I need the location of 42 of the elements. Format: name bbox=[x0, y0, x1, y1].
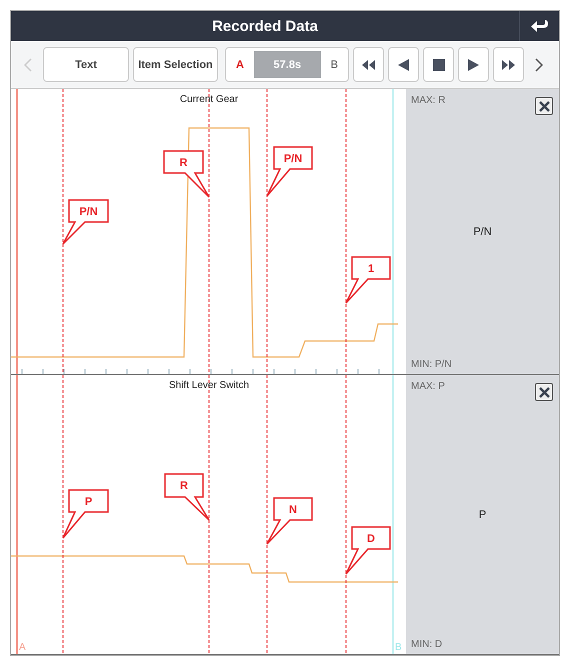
rewind-icon bbox=[361, 58, 376, 70]
cursor-a-label: A bbox=[19, 642, 26, 653]
item-selection-button[interactable]: Item Selection bbox=[133, 47, 218, 82]
play-reverse-icon bbox=[396, 58, 411, 70]
play-icon bbox=[466, 58, 481, 70]
callout: R bbox=[163, 150, 210, 198]
callout: N bbox=[266, 497, 313, 545]
text-button[interactable]: Text bbox=[43, 47, 129, 82]
current-value: P bbox=[478, 508, 486, 520]
callout: P/N bbox=[266, 146, 313, 197]
chevron-left-icon bbox=[24, 58, 32, 72]
min-label: MIN: D bbox=[411, 639, 442, 650]
fast-forward-button[interactable] bbox=[493, 47, 524, 82]
cursor-a-label: A bbox=[236, 58, 244, 70]
cursor-range-control[interactable]: A 57.8s B bbox=[225, 47, 349, 82]
cursor-b-label: B bbox=[330, 58, 338, 70]
chevron-right-icon bbox=[535, 58, 543, 72]
stop-icon bbox=[431, 58, 446, 70]
close-icon bbox=[538, 100, 550, 112]
close-button[interactable] bbox=[535, 97, 553, 115]
fast-forward-icon bbox=[501, 58, 516, 70]
return-arrow-icon bbox=[530, 19, 548, 33]
rewind-button[interactable] bbox=[353, 47, 384, 82]
graph-title: Current Gear bbox=[180, 94, 238, 105]
time-display: 57.8s bbox=[254, 51, 321, 78]
max-label: MAX: P bbox=[411, 381, 445, 392]
min-label: MIN: P/N bbox=[411, 359, 452, 370]
callout: D bbox=[345, 526, 391, 575]
graph-title: Shift Lever Switch bbox=[168, 380, 250, 391]
callout: P/N bbox=[62, 199, 109, 245]
current-value: P/N bbox=[473, 226, 492, 238]
close-icon bbox=[538, 386, 550, 398]
callout: 1 bbox=[345, 256, 391, 304]
callout: R bbox=[164, 473, 210, 521]
stop-button[interactable] bbox=[423, 47, 454, 82]
close-button[interactable] bbox=[535, 383, 553, 401]
cursor-b-label: B bbox=[395, 642, 402, 653]
max-label: MAX: R bbox=[411, 95, 446, 106]
play-button[interactable] bbox=[458, 47, 489, 82]
play-reverse-button[interactable] bbox=[388, 47, 419, 82]
window-title: Recorded Data bbox=[211, 18, 319, 34]
callout: P bbox=[62, 489, 109, 539]
